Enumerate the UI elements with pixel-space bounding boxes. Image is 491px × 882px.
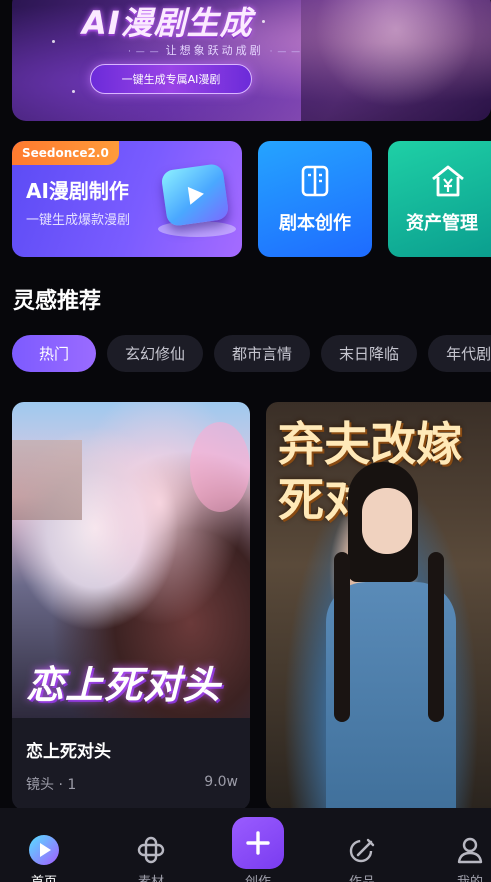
drama-title: 恋上死对头 bbox=[26, 742, 111, 762]
nav-materials[interactable]: 素材 bbox=[116, 808, 186, 882]
nav-materials-label: 素材 bbox=[116, 871, 186, 882]
poster-figure-braid bbox=[428, 552, 444, 722]
nav-create[interactable]: 创作 bbox=[223, 808, 293, 882]
version-badge: Seedonce2.0 bbox=[12, 141, 119, 165]
create-button[interactable] bbox=[232, 817, 284, 869]
nav-home[interactable]: 首页 bbox=[9, 808, 79, 882]
banner-cta-button[interactable]: 一键生成专属AI漫剧 bbox=[90, 64, 252, 94]
banner-title: AI漫剧生成 bbox=[82, 4, 253, 42]
banner-illustration bbox=[301, 0, 491, 121]
play-icon bbox=[160, 162, 230, 228]
poster-blossom bbox=[190, 422, 250, 512]
drama-poster: 恋上死对头 bbox=[12, 402, 250, 718]
nav-works[interactable]: 作品 bbox=[327, 808, 397, 882]
chip-urban-romance[interactable]: 都市言情 bbox=[214, 335, 311, 372]
nav-works-label: 作品 bbox=[327, 871, 397, 882]
book-icon bbox=[301, 165, 329, 197]
house-yen-icon bbox=[432, 165, 464, 197]
bottom-navigation: 首页 素材 创作 作品 我的 bbox=[0, 808, 491, 882]
nav-profile-label: 我的 bbox=[435, 871, 491, 882]
play-pedestal bbox=[158, 221, 236, 237]
poster-figure-face bbox=[362, 488, 412, 554]
ai-card-subtitle: 一键生成爆款漫剧 bbox=[26, 213, 131, 228]
sparkle-decoration bbox=[262, 20, 265, 23]
poster-building bbox=[12, 440, 82, 520]
category-chips: 热门 玄幻修仙 都市言情 末日降临 年代剧 bbox=[12, 335, 491, 372]
script-creation-card[interactable]: 剧本创作 bbox=[258, 141, 372, 257]
assets-card-label: 资产管理 bbox=[406, 213, 478, 234]
profile-icon bbox=[457, 837, 483, 864]
chip-apocalypse[interactable]: 末日降临 bbox=[321, 335, 418, 372]
drama-card[interactable]: 恋上死对头 恋上死对头 镜头 · 1 9.0w bbox=[12, 402, 250, 810]
works-icon bbox=[349, 838, 375, 863]
nav-profile[interactable]: 我的 bbox=[435, 808, 491, 882]
ai-drama-card[interactable]: Seedonce2.0 AI漫剧制作 一键生成爆款漫剧 bbox=[12, 141, 242, 257]
sparkle-decoration bbox=[72, 90, 75, 93]
home-play-icon bbox=[29, 835, 59, 865]
asset-management-card[interactable]: 资产管理 bbox=[388, 141, 491, 257]
script-card-label: 剧本创作 bbox=[279, 213, 351, 234]
chip-period[interactable]: 年代剧 bbox=[428, 335, 491, 372]
material-icon bbox=[137, 836, 165, 864]
poster-title: 恋上死对头 bbox=[26, 663, 222, 707]
poster-figure-braid bbox=[334, 552, 350, 722]
drama-shots: 镜头 · 1 bbox=[26, 777, 77, 793]
drama-views: 9.0w bbox=[204, 774, 238, 790]
banner-cta-label: 一键生成专属AI漫剧 bbox=[121, 73, 221, 86]
section-title: 灵感推荐 bbox=[13, 289, 102, 314]
sparkle-decoration bbox=[52, 40, 55, 43]
hero-banner[interactable]: AI漫剧生成 让想象跃动成剧 一键生成专属AI漫剧 bbox=[12, 0, 491, 121]
ai-card-title: AI漫剧制作 bbox=[26, 179, 129, 203]
plus-icon bbox=[246, 831, 270, 855]
chip-hot[interactable]: 热门 bbox=[12, 335, 97, 372]
chip-fantasy[interactable]: 玄幻修仙 bbox=[107, 335, 204, 372]
drama-card[interactable]: 弃夫改嫁 死对头 bbox=[266, 402, 491, 810]
banner-subtitle: 让想象跃动成剧 bbox=[122, 42, 307, 58]
nav-home-label: 首页 bbox=[9, 871, 79, 882]
nav-create-label: 创作 bbox=[223, 871, 293, 882]
